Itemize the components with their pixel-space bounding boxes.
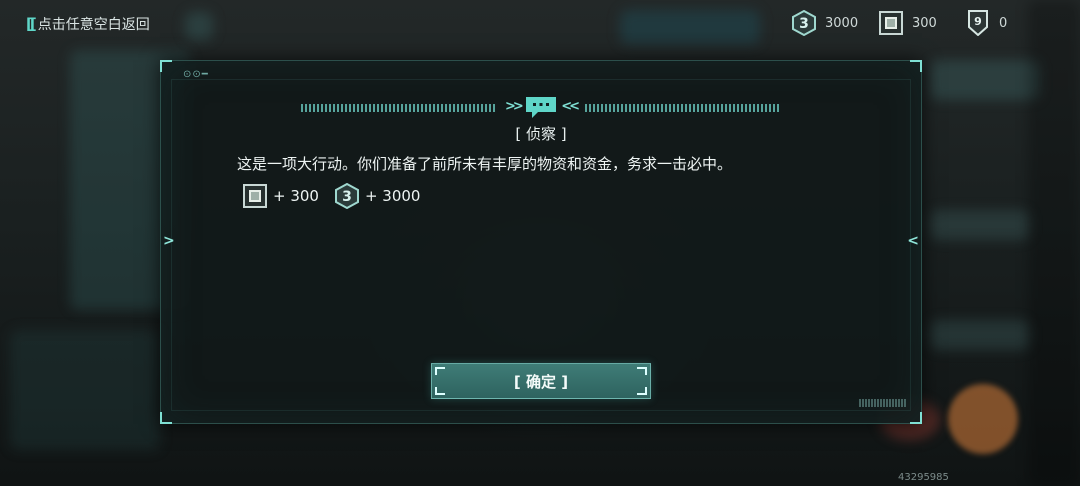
reward-item-coin: 3 + 3000: [334, 183, 421, 209]
chip-amount: 300: [912, 15, 937, 31]
reward-list: + 300 3 + 3000: [243, 183, 420, 209]
hex-coin-b-icon: 3: [792, 10, 816, 36]
reward-amount: + 3000: [364, 187, 421, 205]
double-chevron-right-icon: >>: [505, 99, 524, 114]
badge-tag-icon: 9: [968, 10, 988, 36]
reward-amount: + 300: [273, 187, 319, 205]
dialog-title: [ 侦察 ]: [515, 125, 567, 143]
back-button[interactable]: [[ 点击任意空白返回: [26, 14, 150, 34]
panel-dots-decoration: ⊙⊙━: [183, 69, 209, 80]
mission-dialog: ⊙⊙━ > < >> << [ 侦察 ] 这是一项大行动。你们准备了前所未有丰厚…: [160, 60, 922, 424]
back-label: 点击任意空白返回: [37, 17, 150, 33]
reward-item-chip: + 300: [243, 184, 319, 208]
currency-coin-counter[interactable]: 3 3000: [792, 10, 858, 36]
chevron-left-icon: <: [907, 233, 919, 249]
chip-square-icon: [879, 11, 903, 35]
confirm-label: [ 确定 ]: [513, 372, 569, 391]
panel-fine-print-decoration: [859, 399, 907, 407]
chip-counter[interactable]: 300: [879, 10, 937, 36]
bracket-chevron-icon: [[: [26, 15, 37, 33]
header-divider: >> <<: [301, 97, 781, 119]
svg-text:3: 3: [799, 16, 809, 32]
svg-text:3: 3: [342, 189, 352, 205]
chevron-right-icon: >: [163, 233, 175, 249]
double-chevron-left-icon: <<: [561, 99, 580, 114]
badge-amount: 0: [999, 15, 1008, 31]
chip-square-icon: [243, 184, 267, 208]
badge-counter[interactable]: 9 0: [966, 10, 1007, 36]
build-id: 43295985: [898, 472, 949, 483]
hex-coin-b-icon: 3: [334, 183, 359, 209]
coin-amount: 3000: [825, 15, 859, 31]
chat-bubble-icon: [526, 97, 556, 118]
svg-text:9: 9: [974, 15, 982, 28]
dialog-description: 这是一项大行动。你们准备了前所未有丰厚的物资和资金，务求一击必中。: [237, 155, 733, 173]
confirm-button[interactable]: [ 确定 ]: [431, 363, 651, 399]
